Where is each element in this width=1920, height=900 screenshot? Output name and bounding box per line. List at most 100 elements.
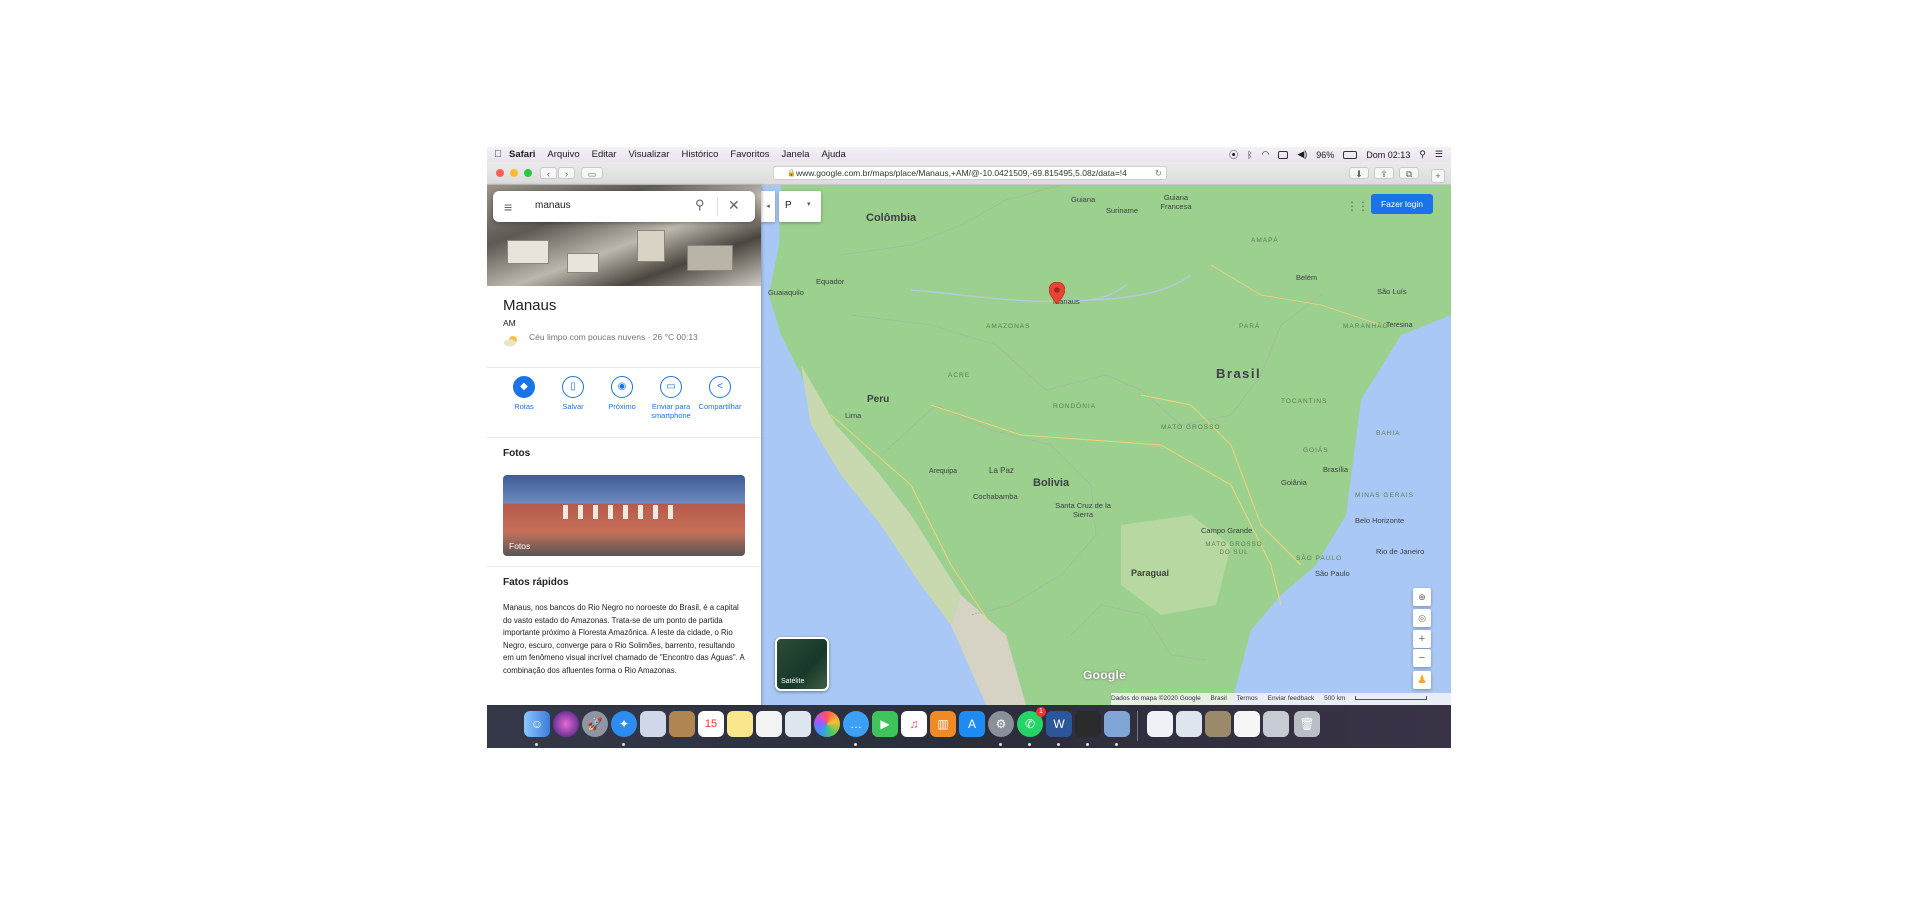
menu-safari[interactable]: Safari xyxy=(509,149,535,160)
menu-historico[interactable]: Histórico xyxy=(681,149,718,160)
system-preferences-icon[interactable]: ⚙ xyxy=(988,711,1014,737)
reminders-icon[interactable] xyxy=(756,711,782,737)
photos-app-icon[interactable] xyxy=(814,711,840,737)
send-to-phone-button[interactable]: ▭ Enviar para smartphone xyxy=(646,376,696,420)
hamburger-menu-icon[interactable]: ≡ xyxy=(504,199,512,215)
zoom-in-button[interactable]: + xyxy=(1413,630,1431,648)
airplay-icon[interactable] xyxy=(1278,150,1289,159)
map-label: MINAS GERAIS xyxy=(1355,492,1414,499)
siri-icon[interactable] xyxy=(553,711,579,737)
zoom-out-button[interactable]: − xyxy=(1413,649,1431,667)
back-button[interactable]: ‹ xyxy=(540,167,557,179)
reload-icon[interactable]: ↻ xyxy=(1155,167,1162,179)
map-label: Arequipa xyxy=(929,468,958,475)
layer-dropdown[interactable]: P ▾ xyxy=(779,191,821,222)
messages-icon[interactable]: … xyxy=(843,711,869,737)
place-title: Manaus xyxy=(503,297,557,314)
chevron-down-icon: ▾ xyxy=(807,201,811,208)
search-box[interactable]: ≡ manaus ⚲ ✕ xyxy=(493,191,755,222)
pegman-icon[interactable]: ♟ xyxy=(1413,671,1431,689)
country-link[interactable]: Brasil xyxy=(1211,695,1227,702)
share-place-button[interactable]: < Compartilhar xyxy=(695,376,745,411)
volume-icon[interactable]: ◀) xyxy=(1297,149,1307,160)
downloads-button[interactable]: ⬇ xyxy=(1349,167,1369,179)
finder-icon[interactable]: ☺ xyxy=(524,711,550,737)
word-icon[interactable]: W xyxy=(1046,711,1072,737)
share-button[interactable]: ⇪ xyxy=(1374,167,1394,179)
map-label: Peru xyxy=(867,394,890,405)
menu-janela[interactable]: Janela xyxy=(782,149,810,160)
photos-thumbnail[interactable]: Fotos xyxy=(503,475,745,556)
nearby-button[interactable]: ◉ Próximo xyxy=(597,376,647,411)
my-location-icon[interactable]: ◎ xyxy=(1413,609,1431,627)
music-icon[interactable]: ♫ xyxy=(901,711,927,737)
books-icon[interactable]: ▥ xyxy=(930,711,956,737)
quick-facts-title: Fatos rápidos xyxy=(503,577,569,588)
preview-app-icon[interactable] xyxy=(1104,711,1130,737)
close-window-button[interactable] xyxy=(496,169,504,177)
map-label: MATO GROSSO DO SUL xyxy=(1205,541,1263,556)
clear-search-icon[interactable]: ✕ xyxy=(728,197,740,214)
battery-icon[interactable] xyxy=(1343,150,1358,159)
search-icon[interactable]: ⚲ xyxy=(695,197,705,213)
apple-menu-icon[interactable]:  xyxy=(487,149,509,160)
map-graphic xyxy=(769,185,1451,705)
sidebar-toggle-button[interactable]: ▭ xyxy=(581,167,603,179)
directions-button[interactable]: ◆ Rotas xyxy=(499,376,549,411)
partly-cloudy-icon xyxy=(504,336,517,347)
app-store-icon[interactable]: A xyxy=(959,711,985,737)
map-canvas[interactable]: ◂ P ▾ ⋮⋮⋮ Fazer login Guiana Suriname Gu… xyxy=(761,185,1451,705)
document-thumbnail-icon[interactable] xyxy=(1234,711,1260,737)
circle-status-icon[interactable]: ⦿ xyxy=(1229,148,1238,161)
search-input[interactable]: manaus xyxy=(535,200,571,211)
bluetooth-icon[interactable]: ᛒ xyxy=(1247,150,1252,160)
launchpad-icon[interactable]: 🚀 xyxy=(582,711,608,737)
map-label: Guiana xyxy=(1071,195,1096,204)
collapse-panel-button[interactable]: ◂ xyxy=(761,191,775,222)
trash-icon[interactable]: 🗑 xyxy=(1294,711,1320,737)
document-thumbnail-icon[interactable] xyxy=(1176,711,1202,737)
quick-facts-text: Manaus, nos bancos do Rio Negro no noroe… xyxy=(503,603,745,675)
globe-view-icon[interactable]: ⊕ xyxy=(1413,588,1431,606)
safari-icon[interactable]: ✦ xyxy=(611,711,637,737)
login-button[interactable]: Fazer login xyxy=(1371,194,1433,214)
menu-visualizar[interactable]: Visualizar xyxy=(628,149,669,160)
menu-ajuda[interactable]: Ajuda xyxy=(822,149,846,160)
zoom-window-button[interactable] xyxy=(524,169,532,177)
clock[interactable]: Dom 02:13 xyxy=(1366,150,1410,160)
divider xyxy=(487,437,761,438)
tabs-overview-button[interactable]: ⧉ xyxy=(1399,167,1419,179)
google-logo: Google xyxy=(1083,668,1127,682)
forward-button[interactable]: › xyxy=(558,167,575,179)
map-label: Guiana Francesa xyxy=(1160,193,1192,211)
contacts-icon[interactable] xyxy=(669,711,695,737)
notes-icon[interactable] xyxy=(727,711,753,737)
menu-arquivo[interactable]: Arquivo xyxy=(547,149,579,160)
notification-center-icon[interactable]: ☰ xyxy=(1435,149,1443,160)
save-button[interactable]: ▯ Salvar xyxy=(548,376,598,411)
image-thumbnail-icon[interactable] xyxy=(1205,711,1231,737)
minimize-window-button[interactable] xyxy=(510,169,518,177)
photo-booth-icon[interactable] xyxy=(785,711,811,737)
terminal-icon[interactable] xyxy=(1075,711,1101,737)
calendar-icon[interactable]: 15 xyxy=(698,711,724,737)
facetime-icon[interactable]: ▶ xyxy=(872,711,898,737)
preview-icon[interactable] xyxy=(640,711,666,737)
spotlight-search-icon[interactable]: ⚲ xyxy=(1419,149,1426,160)
map-label: ACRE xyxy=(948,372,971,379)
map-pin-icon[interactable] xyxy=(1049,282,1065,304)
terms-link[interactable]: Termos xyxy=(1237,695,1258,702)
satellite-toggle[interactable]: Satélite xyxy=(775,637,829,691)
map-label: Lima xyxy=(845,411,862,420)
menu-favoritos[interactable]: Favoritos xyxy=(730,149,769,160)
wifi-icon[interactable]: ◠ xyxy=(1262,149,1270,160)
downloads-stack-icon[interactable] xyxy=(1263,711,1289,737)
menu-editar[interactable]: Editar xyxy=(592,149,617,160)
new-tab-button[interactable]: + xyxy=(1431,169,1445,183)
feedback-link[interactable]: Enviar feedback xyxy=(1268,695,1315,702)
address-bar[interactable]: 🔒 www.google.com.br/maps/place/Manaus,+A… xyxy=(773,166,1167,180)
map-label: PARÁ xyxy=(1239,323,1261,330)
document-thumbnail-icon[interactable] xyxy=(1147,711,1173,737)
map-label: Brasil xyxy=(1216,366,1262,381)
scale-label[interactable]: 500 km xyxy=(1324,695,1345,702)
